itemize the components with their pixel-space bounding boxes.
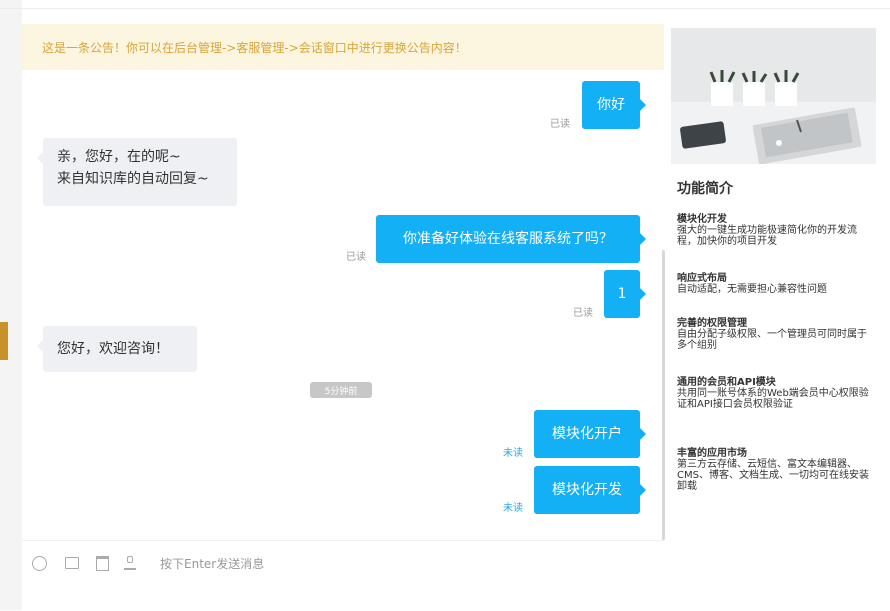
unread-status: 未读 — [503, 448, 523, 459]
feature-title: 模块化开发 — [677, 214, 727, 225]
feature-sidebar: 功能简介 模块化开发 强大的一键生成功能极速简化你的开发流程，加快你的项目开发 … — [668, 24, 882, 610]
announcement-text: 这是一条公告！你可以在后台管理->客服管理->会话窗口中进行更换公告内容！ — [42, 40, 467, 55]
message-text: 模块化开户 — [552, 426, 622, 442]
chat-message-list[interactable]: 你好 已读 亲，您好，在的呢~ 来自知识库的自动回复~ 你准备好体验在线客服系统… — [22, 70, 664, 540]
time-divider: 5分钟前 — [310, 382, 372, 398]
message-text: 你好 — [597, 97, 625, 113]
folder-icon[interactable] — [64, 555, 80, 571]
feature-item: 完善的权限管理 自由分配子级权限、一个管理员可同时属于多个组别 — [677, 318, 869, 351]
message-input-area[interactable]: 按下Enter发送消息 — [22, 540, 664, 611]
feature-item: 通用的会员和API模块 共用同一账号体系的Web端会员中心权限验证和API接口会… — [677, 377, 869, 410]
time-divider-label: 5分钟前 — [324, 386, 358, 397]
feature-description: 自由分配子级权限、一个管理员可同时属于多个组别 — [677, 329, 867, 351]
background-page-edge — [0, 0, 22, 610]
read-status: 已读 — [550, 119, 570, 130]
message-bubble-incoming: 您好，欢迎咨询！ — [37, 326, 197, 372]
message-text: 来自知识库的自动回复~ — [57, 171, 209, 187]
sidebar-banner-image — [671, 28, 876, 164]
sidebar-title: 功能简介 — [677, 181, 733, 197]
feature-description: 自动适配，无需要担心兼容性问题 — [677, 284, 827, 295]
top-divider — [0, 8, 890, 9]
feature-title: 响应式布局 — [677, 273, 727, 284]
message-text: 你准备好体验在线客服系统了吗？ — [403, 231, 613, 247]
background-accent — [0, 322, 8, 360]
feature-item: 响应式布局 自动适配，无需要担心兼容性问题 — [677, 273, 869, 295]
feature-title: 通用的会员和API模块 — [677, 377, 776, 388]
desk-illustration — [671, 28, 876, 164]
message-text: 您好，欢迎咨询！ — [57, 341, 169, 357]
message-input-placeholder[interactable]: 按下Enter发送消息 — [160, 555, 264, 572]
read-status: 已读 — [346, 252, 366, 263]
message-bubble-outgoing: 你准备好体验在线客服系统了吗？ — [376, 215, 646, 263]
unread-status: 未读 — [503, 503, 523, 514]
save-icon[interactable] — [94, 555, 110, 571]
message-bubble-outgoing: 你好 — [582, 81, 646, 129]
read-status: 已读 — [573, 308, 593, 319]
message-bubble-outgoing: 模块化开户 — [534, 410, 646, 458]
feature-description: 强大的一键生成功能极速简化你的开发流程，加快你的项目开发 — [677, 225, 857, 247]
feature-title: 丰富的应用市场 — [677, 448, 747, 459]
message-bubble-outgoing: 1 — [604, 270, 646, 318]
message-text: 亲，您好，在的呢~ — [57, 149, 181, 165]
chat-scrollbar[interactable] — [662, 250, 665, 540]
message-bubble-incoming: 亲，您好，在的呢~ 来自知识库的自动回复~ — [37, 138, 237, 206]
message-text: 1 — [617, 286, 627, 302]
feature-title: 完善的权限管理 — [677, 318, 747, 329]
feature-description: 共用同一账号体系的Web端会员中心权限验证和API接口会员权限验证 — [677, 388, 869, 410]
feature-description: 第三方云存储、云短信、富文本编辑器、CMS、博客、文档生成、一切均可在线安装卸载 — [677, 459, 869, 492]
emoji-icon[interactable] — [32, 556, 47, 571]
message-text: 模块化开发 — [552, 482, 622, 498]
feature-item: 模块化开发 强大的一键生成功能极速简化你的开发流程，加快你的项目开发 — [677, 214, 869, 247]
message-bubble-outgoing: 模块化开发 — [534, 466, 646, 514]
user-card-icon[interactable] — [122, 555, 138, 571]
feature-item: 丰富的应用市场 第三方云存储、云短信、富文本编辑器、CMS、博客、文档生成、一切… — [677, 448, 869, 492]
announcement-bar: 这是一条公告！你可以在后台管理->客服管理->会话窗口中进行更换公告内容！ — [22, 24, 664, 70]
